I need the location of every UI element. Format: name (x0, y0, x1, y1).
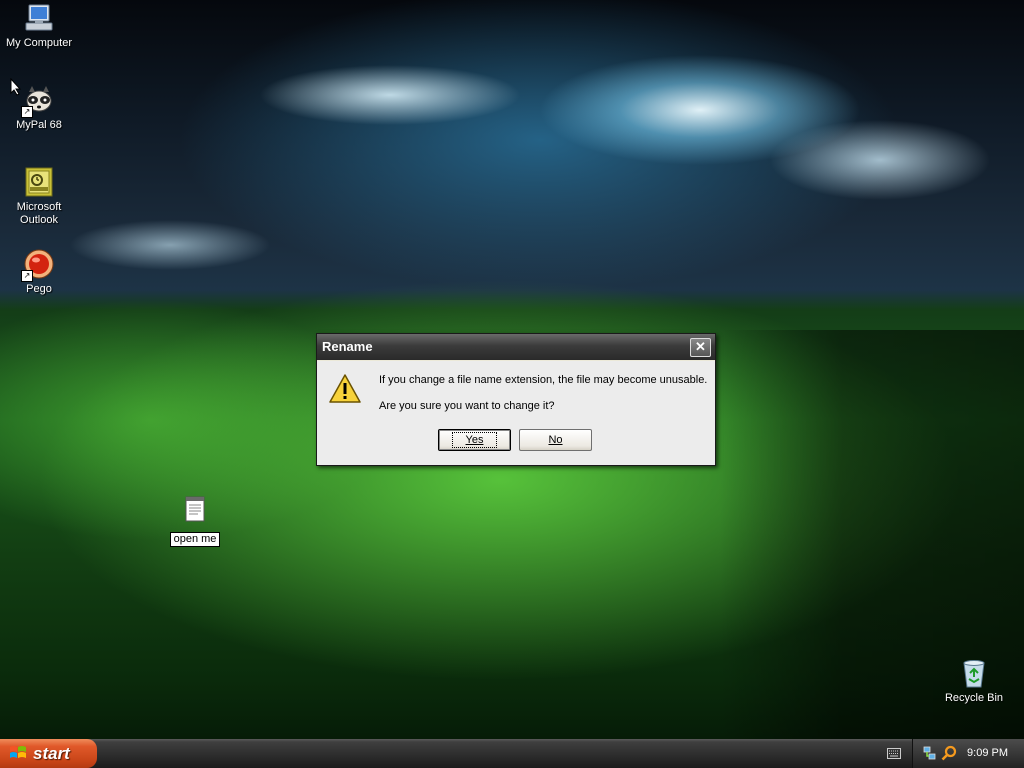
dialog-titlebar[interactable]: Rename ✕ (317, 334, 715, 360)
mouse-cursor-icon (10, 78, 22, 96)
desktop-icon-pego[interactable]: ↗ Pego (0, 248, 78, 296)
desktop[interactable]: My Computer ↗ MyPal 68 Microsoft Outlook… (0, 0, 1024, 739)
rename-confirm-dialog: Rename ✕ If you change a file name exten… (316, 333, 716, 466)
keyboard-icon[interactable] (887, 748, 901, 759)
desktop-icon-my-computer[interactable]: My Computer (0, 2, 78, 50)
pego-icon: ↗ (21, 248, 55, 282)
windows-logo-icon (10, 746, 26, 758)
text-document-icon (184, 495, 206, 523)
desktop-icon-label: Pego (26, 283, 52, 295)
desktop-icon-label: My Computer (5, 37, 73, 49)
yes-button[interactable]: Yes (438, 429, 511, 451)
dialog-body: If you change a file name extension, the… (317, 361, 715, 465)
clock[interactable]: 9:09 PM (967, 739, 1008, 768)
taskbar: start 9:09 PM (0, 739, 1024, 768)
desktop-icon-outlook[interactable]: Microsoft Outlook (0, 166, 78, 227)
start-button[interactable]: start (0, 739, 97, 768)
no-button-label: No (548, 434, 563, 446)
shortcut-arrow-icon: ↗ (21, 106, 33, 118)
mypal-browser-icon: ↗ (21, 84, 55, 118)
network-icon[interactable] (923, 746, 937, 761)
recycle-bin-icon (958, 657, 990, 689)
outlook-icon (23, 166, 55, 198)
start-label: start (33, 744, 70, 763)
search-icon[interactable] (941, 745, 957, 761)
dialog-title: Rename (322, 339, 373, 354)
desktop-icon-label: Microsoft Outlook (16, 201, 62, 226)
dialog-message-warning: If you change a file name extension, the… (379, 374, 708, 386)
desktop-icon-open-me[interactable]: open me (156, 495, 234, 547)
desktop-icon-recycle-bin[interactable]: Recycle Bin (935, 657, 1013, 705)
yes-button-label: Yes (451, 432, 498, 448)
dialog-message-question: Are you sure you want to change it? (379, 400, 555, 412)
desktop-icon-label: Recycle Bin (944, 692, 1004, 704)
shortcut-arrow-icon: ↗ (21, 270, 33, 282)
computer-icon (23, 2, 55, 34)
system-tray: 9:09 PM (912, 739, 1024, 768)
no-button[interactable]: No (519, 429, 592, 451)
close-icon: ✕ (695, 339, 706, 354)
close-button[interactable]: ✕ (690, 338, 711, 357)
desktop-icon-label: MyPal 68 (16, 119, 62, 131)
warning-icon (329, 374, 361, 403)
desktop-icon-label-editing[interactable]: open me (169, 532, 221, 547)
